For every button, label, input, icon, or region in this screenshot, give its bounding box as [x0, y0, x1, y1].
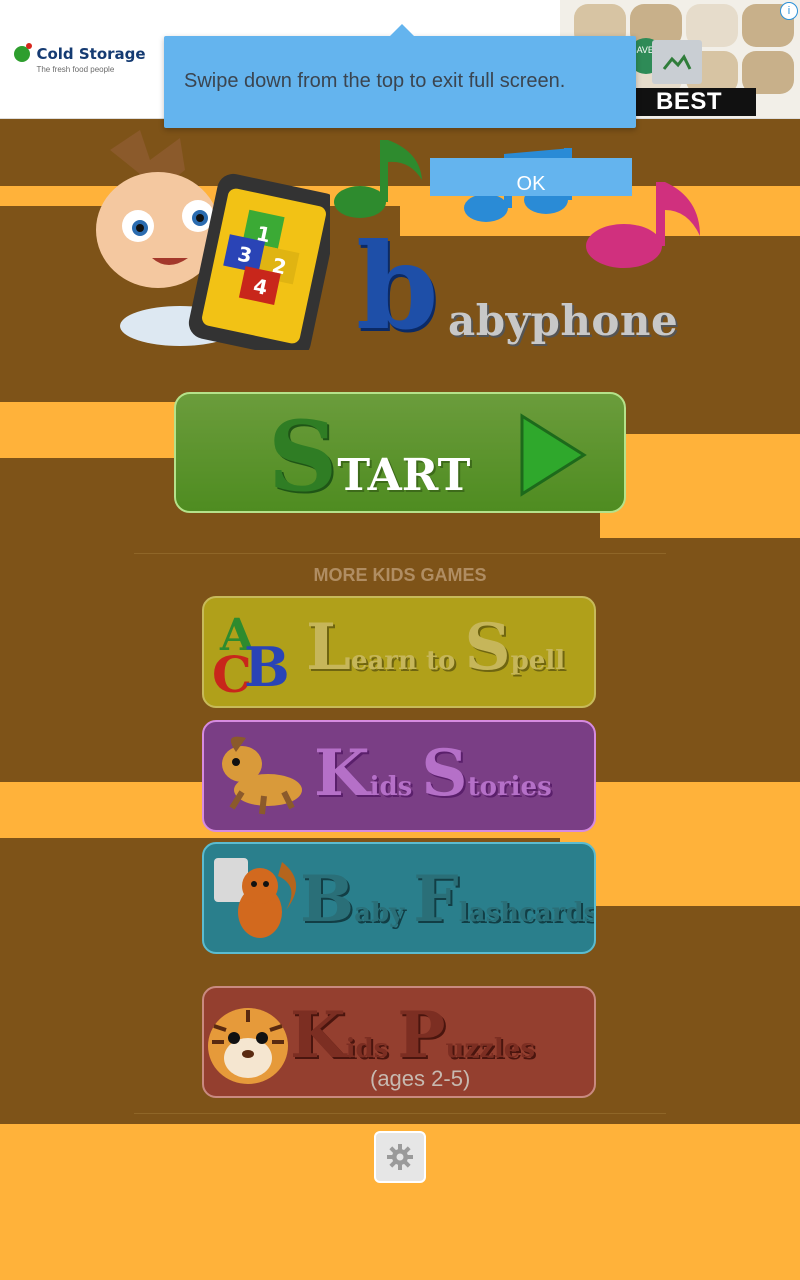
divider — [134, 553, 666, 554]
start-initial: S — [268, 400, 338, 513]
dog-icon — [222, 736, 302, 815]
app-screen: Cold Storage The fresh food people SAVE … — [0, 0, 800, 1280]
green-music-note-icon — [334, 140, 422, 218]
game-title: Learn to Spell — [306, 610, 566, 685]
game-title: Baby Flashcards — [300, 862, 596, 937]
ad-tagline: The fresh food people — [36, 64, 115, 74]
ad-promo-text: BEST BUYS — [622, 88, 756, 118]
baby-flashcards-button[interactable]: Baby Flashcards — [202, 842, 596, 954]
gear-icon — [387, 1144, 413, 1170]
divider — [134, 1113, 666, 1114]
glitch-strip — [600, 434, 800, 538]
play-icon — [520, 413, 587, 497]
start-rest: TART — [337, 450, 471, 501]
more-games-title: MORE KIDS GAMES — [313, 565, 487, 585]
ok-button[interactable]: OK — [430, 158, 632, 196]
start-button[interactable]: START — [174, 392, 626, 513]
toast-message: Swipe down from the top to exit full scr… — [184, 70, 566, 92]
kids-stories-button[interactable]: Kids Stories — [202, 720, 596, 832]
fullscreen-toast: Swipe down from the top to exit full scr… — [164, 24, 636, 128]
ad-choices-icon[interactable] — [652, 40, 702, 84]
logo-initial: b — [356, 217, 439, 356]
logo-word: abyphone — [448, 296, 679, 345]
squirrel-icon — [214, 858, 297, 938]
info-icon[interactable]: i — [780, 2, 798, 20]
start-label: START — [268, 400, 471, 513]
glitch-strip — [700, 1124, 800, 1180]
ad-brand[interactable]: Cold Storage The fresh food people — [0, 0, 160, 118]
ad-brand-name: Cold Storage — [36, 44, 146, 63]
game-title: Kids Stories — [314, 736, 552, 811]
kids-puzzles-button[interactable]: Kids Puzzles (ages 2-5) — [202, 986, 596, 1098]
svg-text:B: B — [244, 635, 290, 699]
glitch-strip — [560, 806, 800, 906]
abc-blocks-icon: A C B — [212, 610, 290, 700]
apple-logo-icon — [14, 42, 33, 62]
learn-to-spell-button[interactable]: A C B Learn to Spell — [202, 596, 596, 708]
tiger-icon — [208, 1008, 288, 1084]
settings-button[interactable] — [374, 1131, 426, 1183]
baby-with-phone-icon: 1 2 3 4 — [96, 130, 330, 350]
age-range-label: (ages 2-5) — [370, 1066, 471, 1091]
game-title: Kids Puzzles — [290, 998, 535, 1073]
